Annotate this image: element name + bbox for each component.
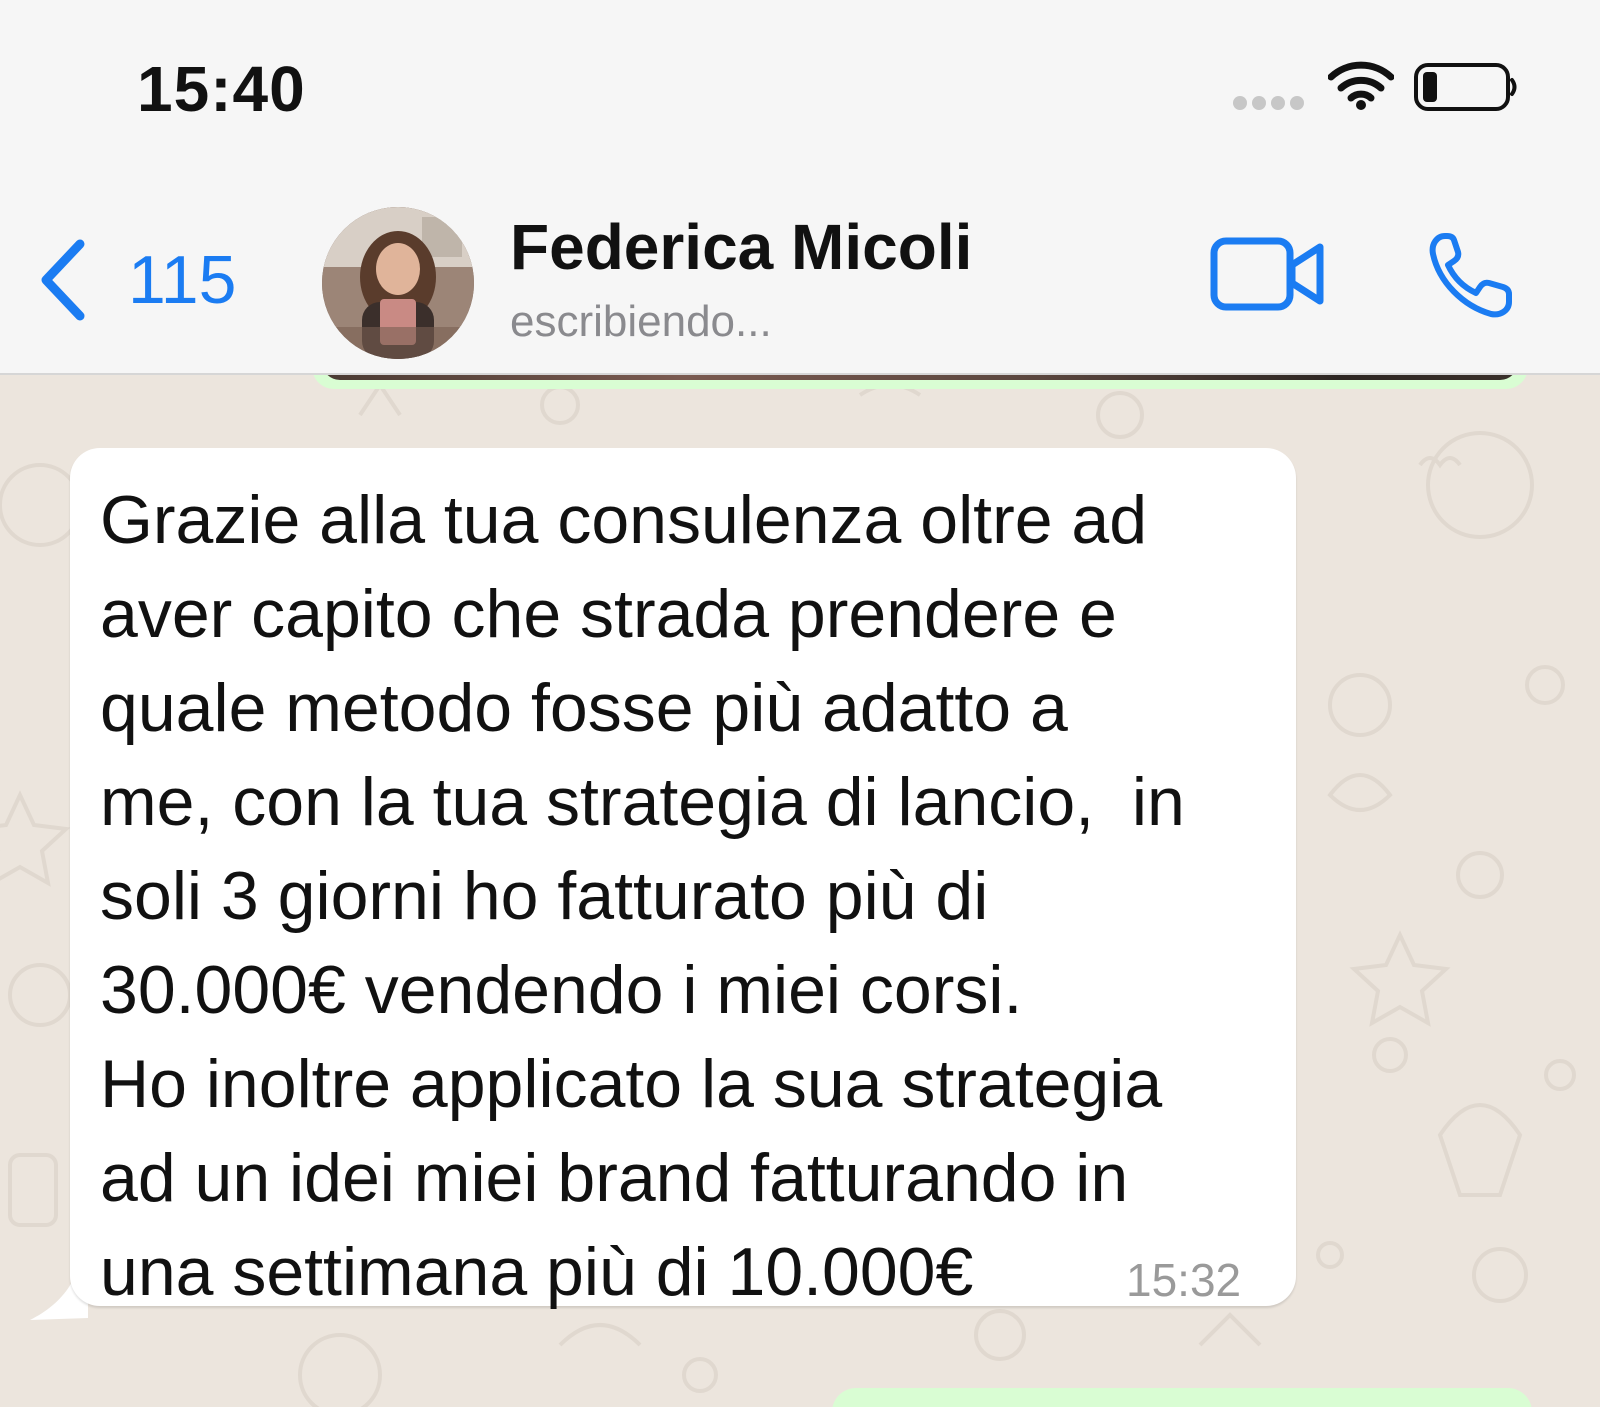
- message-line: ad un idei miei brand fatturando in: [100, 1140, 1129, 1216]
- avatar-image: [322, 207, 474, 359]
- chat-header: 115 Federica Micoli escribiendo...: [0, 175, 1600, 375]
- signal-dots-icon: [1233, 96, 1304, 110]
- phone-icon[interactable]: [1425, 230, 1517, 320]
- chevron-left-icon: [41, 239, 85, 321]
- previous-message-image[interactable]: [322, 375, 1518, 380]
- message-line: 30.000€ vendendo i miei corsi.: [100, 952, 1023, 1028]
- wifi-icon: [1328, 61, 1394, 110]
- next-message-bubble[interactable]: [832, 1388, 1532, 1407]
- message-text: Grazie alla tua consulenza oltre ad aver…: [100, 473, 1280, 1319]
- unread-count: 115: [128, 242, 237, 318]
- back-button[interactable]: 115: [36, 235, 236, 325]
- typing-status: escribiendo...: [510, 297, 772, 346]
- status-time: 15:40: [137, 53, 306, 125]
- chat-area[interactable]: Grazie alla tua consulenza oltre ad aver…: [0, 375, 1600, 1407]
- message-line: quale metodo fosse più adatto a: [100, 670, 1068, 746]
- contact-name[interactable]: Federica Micoli: [510, 210, 972, 284]
- message-line: Ho inoltre applicato la sua strategia: [100, 1046, 1163, 1122]
- message-timestamp: 15:32: [1126, 1254, 1242, 1306]
- message-line: una settimana più di 10.000€: [100, 1234, 974, 1310]
- message-line: soli 3 giorni ho fatturato più di: [100, 858, 989, 934]
- avatar[interactable]: [322, 207, 474, 359]
- video-camera-icon[interactable]: [1210, 235, 1326, 315]
- status-bar: 15:40: [0, 0, 1600, 175]
- battery-icon: [1414, 63, 1517, 111]
- message-line: aver capito che strada prendere e: [100, 576, 1117, 652]
- message-line: Grazie alla tua consulenza oltre ad: [100, 482, 1148, 558]
- message-line: me, con la tua strategia di lancio, in: [100, 764, 1185, 840]
